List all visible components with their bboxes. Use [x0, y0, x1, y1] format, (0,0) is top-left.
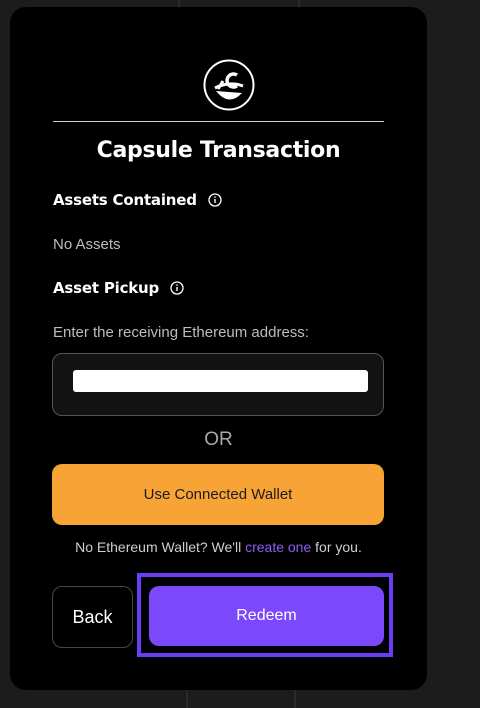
modal-title: Capsule Transaction [96, 138, 341, 163]
note-suffix: for you. [311, 539, 362, 555]
create-one-link[interactable]: create one [245, 539, 311, 555]
info-icon[interactable] [170, 281, 184, 295]
use-connected-wallet-button[interactable]: Use Connected Wallet [52, 464, 384, 525]
assets-contained-label: Assets Contained [53, 191, 197, 209]
asset-pickup-label: Asset Pickup [53, 279, 160, 297]
capsule-logo-icon [203, 59, 255, 111]
back-button[interactable]: Back [52, 586, 133, 648]
no-wallet-note: No Ethereum Wallet? We'll create one for… [10, 539, 427, 555]
or-separator: OR [204, 429, 233, 450]
ethereum-address-input-box[interactable] [52, 353, 384, 416]
info-icon[interactable] [208, 193, 222, 207]
assets-status: No Assets [53, 236, 121, 253]
ethereum-address-input[interactable] [73, 370, 368, 392]
note-prefix: No Ethereum Wallet? We'll [75, 539, 246, 555]
background-line [186, 690, 188, 708]
redeem-button[interactable]: Redeem [149, 586, 384, 646]
capsule-transaction-modal: Capsule Transaction Assets Contained No … [10, 7, 427, 690]
address-field-label: Enter the receiving Ethereum address: [53, 324, 309, 341]
divider [53, 121, 384, 122]
asset-pickup-heading: Asset Pickup [53, 279, 184, 297]
assets-contained-heading: Assets Contained [53, 191, 222, 209]
background-line [294, 690, 296, 708]
